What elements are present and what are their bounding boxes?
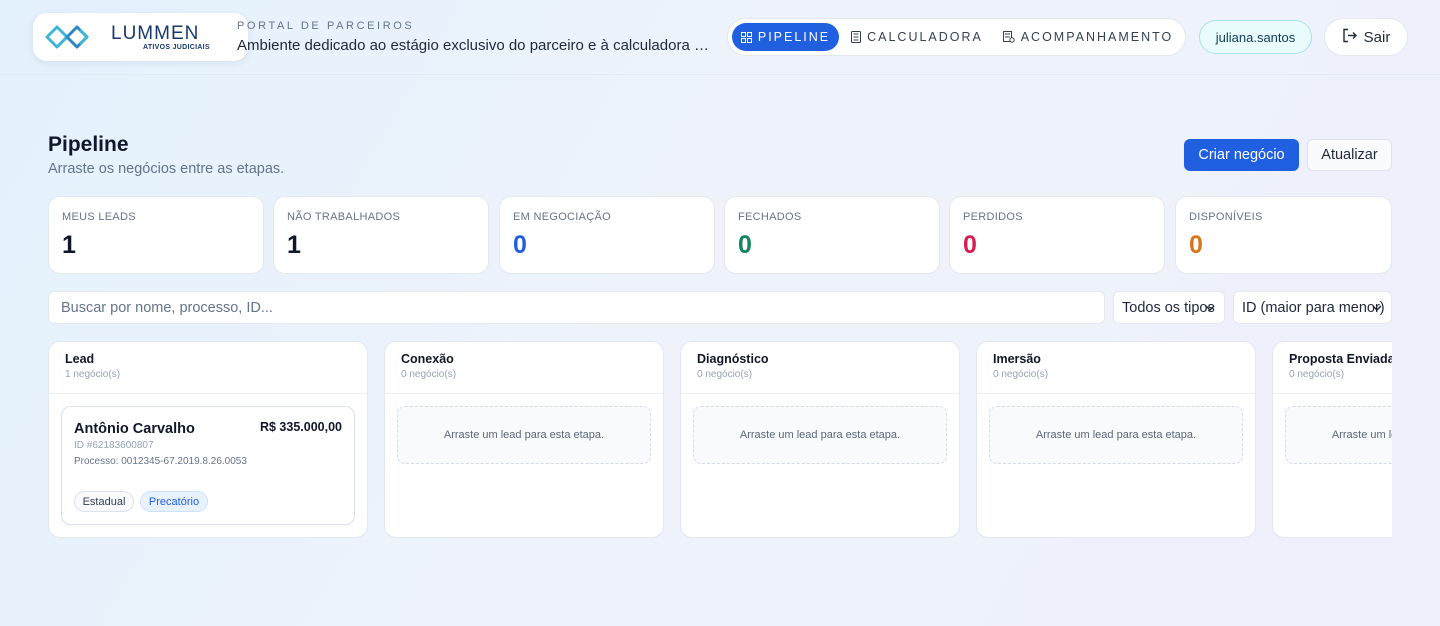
- column-title: Lead: [65, 352, 95, 366]
- main-nav: PIPELINE CALCULADORA ACOMPANHAMENTO: [727, 18, 1186, 56]
- chevron-down-icon: [1372, 305, 1382, 311]
- sort-select[interactable]: ID (maior para menor): [1233, 291, 1392, 324]
- search-input[interactable]: [48, 291, 1105, 324]
- create-deal-button[interactable]: Criar negócio: [1184, 139, 1299, 171]
- lead-card[interactable]: Antônio Carvalho R$ 335.000,00 ID #62183…: [61, 406, 355, 525]
- top-bar: LUMMEN ATIVOS JUDICIAIS PORTAL DE PARCEI…: [0, 0, 1440, 75]
- stat-label: PERDIDOS: [963, 211, 1023, 223]
- column-count: 0 negócio(s): [993, 369, 1049, 380]
- tab-acompanhamento-label: ACOMPANHAMENTO: [1020, 30, 1174, 44]
- portal-description: Ambiente dedicado ao estágio exclusivo d…: [237, 37, 709, 54]
- column-lead: Lead 1 negócio(s) Antônio Carvalho R$ 33…: [48, 341, 368, 538]
- stat-value: 1: [287, 231, 301, 259]
- lead-process: Processo: 0012345-67.2019.8.26.0053: [74, 456, 247, 467]
- stat-card-my-leads: MEUS LEADS 1: [48, 196, 264, 274]
- stat-card-lost: PERDIDOS 0: [949, 196, 1165, 274]
- column-title: Proposta Enviada: [1289, 352, 1392, 366]
- stat-card-not-worked: NÃO TRABALHADOS 1: [273, 196, 489, 274]
- pipeline-board: Lead 1 negócio(s) Antônio Carvalho R$ 33…: [48, 341, 1392, 541]
- column-title: Imersão: [993, 352, 1041, 366]
- column-header: Proposta Enviada 0 negócio(s): [1273, 342, 1392, 394]
- tab-calculadora-label: CALCULADORA: [867, 30, 983, 44]
- sort-value: ID (maior para menor): [1242, 299, 1385, 316]
- tab-calculadora[interactable]: CALCULADORA: [846, 23, 988, 51]
- column-header: Diagnóstico 0 negócio(s): [681, 342, 959, 394]
- brand-name: LUMMEN: [111, 23, 200, 44]
- stat-value: 0: [738, 231, 752, 259]
- column-diagnostico: Diagnóstico 0 negócio(s) Arraste um lead…: [680, 341, 960, 538]
- column-header: Lead 1 negócio(s): [49, 342, 367, 394]
- refresh-button[interactable]: Atualizar: [1307, 139, 1392, 171]
- stat-label: MEUS LEADS: [62, 211, 136, 223]
- stat-value: 0: [513, 231, 527, 259]
- column-count: 0 negócio(s): [1289, 369, 1345, 380]
- stat-card-closed: FECHADOS 0: [724, 196, 940, 274]
- drop-zone[interactable]: Arraste um lead para esta etapa.: [397, 406, 651, 464]
- page-title: Pipeline: [48, 133, 129, 156]
- tab-pipeline[interactable]: PIPELINE: [732, 23, 839, 51]
- column-proposta-enviada: Proposta Enviada 0 negócio(s) Arraste um…: [1272, 341, 1392, 538]
- page-subtitle: Arraste os negócios entre as etapas.: [48, 161, 285, 177]
- lead-amount: R$ 335.000,00: [259, 420, 342, 434]
- tag-state: Estadual: [74, 491, 134, 512]
- stat-card-negotiating: EM NEGOCIAÇÃO 0: [499, 196, 715, 274]
- stat-card-available: DISPONÍVEIS 0: [1175, 196, 1392, 274]
- logout-button[interactable]: Sair: [1324, 18, 1408, 56]
- brand-tagline: ATIVOS JUDICIAIS: [143, 44, 210, 51]
- stat-value: 1: [62, 231, 76, 259]
- stat-label: EM NEGOCIAÇÃO: [513, 211, 612, 223]
- column-title: Diagnóstico: [697, 352, 769, 366]
- tab-acompanhamento[interactable]: ACOMPANHAMENTO: [998, 23, 1178, 51]
- user-badge[interactable]: juliana.santos: [1199, 20, 1312, 54]
- drop-zone[interactable]: Arraste um lead para esta etapa.: [693, 406, 947, 464]
- column-conexao: Conexão 0 negócio(s) Arraste um lead par…: [384, 341, 664, 538]
- infinity-logo-icon: [45, 25, 89, 49]
- lead-id: ID #62183600807: [74, 440, 154, 451]
- grid-icon: [740, 31, 752, 43]
- drop-zone[interactable]: Arraste um lead para esta etapa.: [1285, 406, 1392, 464]
- column-count: 0 negócio(s): [697, 369, 753, 380]
- drop-zone[interactable]: Arraste um lead para esta etapa.: [989, 406, 1243, 464]
- lead-name: Antônio Carvalho: [74, 421, 195, 437]
- column-count: 1 negócio(s): [65, 369, 121, 380]
- stat-value: 0: [963, 231, 977, 259]
- brand-logo[interactable]: LUMMEN ATIVOS JUDICIAIS: [33, 13, 248, 61]
- stat-label: DISPONÍVEIS: [1189, 211, 1263, 223]
- chevron-down-icon: [1205, 305, 1215, 311]
- stat-label: FECHADOS: [738, 211, 802, 223]
- column-imersao: Imersão 0 negócio(s) Arraste um lead par…: [976, 341, 1256, 538]
- column-title: Conexão: [401, 352, 454, 366]
- stat-value: 0: [1189, 231, 1203, 259]
- calculator-icon: [851, 31, 862, 43]
- portal-kicker: PORTAL DE PARCEIROS: [237, 20, 415, 32]
- logout-label: Sair: [1363, 28, 1391, 46]
- logout-icon: [1342, 28, 1357, 47]
- tracking-icon: [1002, 31, 1015, 43]
- tag-type: Precatório: [140, 491, 208, 512]
- column-header: Imersão 0 negócio(s): [977, 342, 1255, 394]
- type-filter-value: Todos os tipos: [1122, 299, 1215, 316]
- type-filter-select[interactable]: Todos os tipos: [1113, 291, 1225, 324]
- tab-pipeline-label: PIPELINE: [757, 30, 831, 44]
- column-count: 0 negócio(s): [401, 369, 457, 380]
- stat-label: NÃO TRABALHADOS: [287, 211, 401, 223]
- column-header: Conexão 0 negócio(s): [385, 342, 663, 394]
